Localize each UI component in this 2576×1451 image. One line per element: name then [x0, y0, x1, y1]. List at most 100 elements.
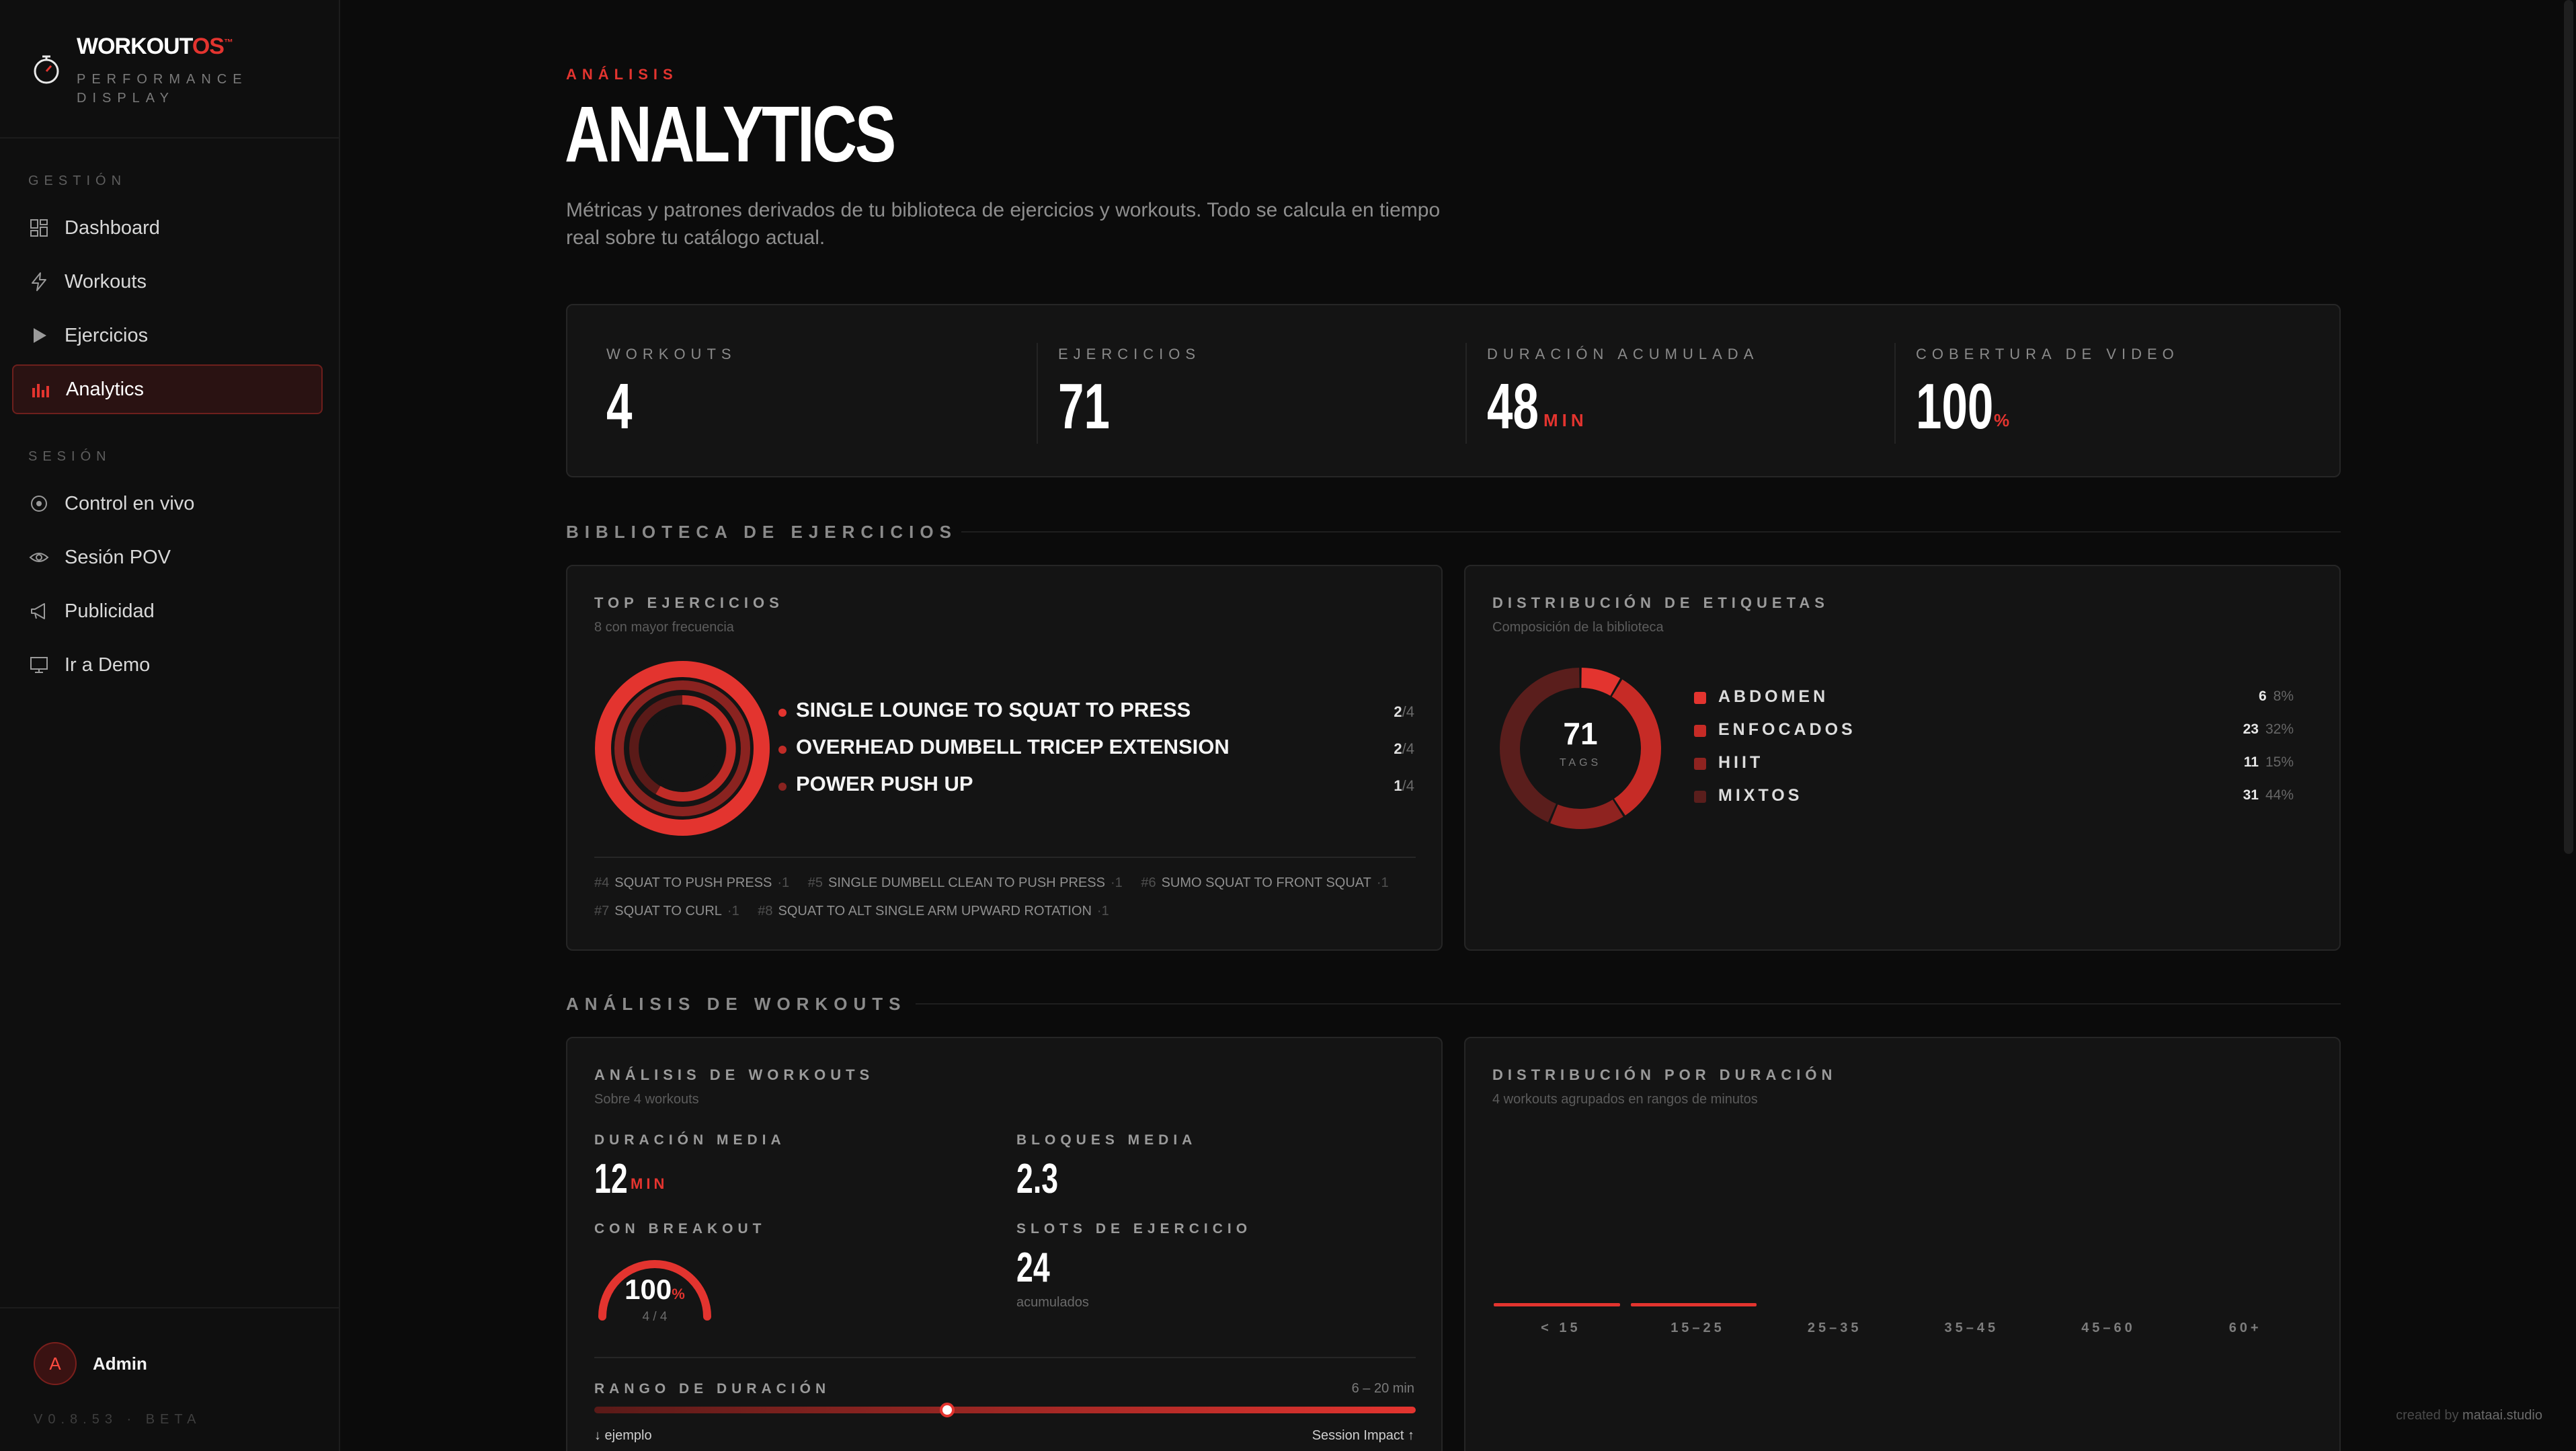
top-exercise-count: 2/4 — [1394, 703, 1414, 720]
sidebar-item-label: Ir a Demo — [65, 654, 151, 676]
sidebar-item-sesion-pov[interactable]: Sesión POV — [12, 533, 323, 582]
duration-range-marker[interactable] — [940, 1403, 955, 1417]
megaphone-icon — [31, 603, 45, 619]
sidebar-item-label: Dashboard — [65, 217, 160, 239]
sidebar-item-ejercicios[interactable]: Ejercicios — [12, 311, 323, 360]
duration-bucket-label: 25–35 — [1807, 1321, 1862, 1335]
stat-label: EJERCICIOS — [1058, 346, 1201, 362]
sidebar-item-control-en-vivo[interactable]: Control en vivo — [12, 479, 323, 528]
user-name[interactable]: Admin — [93, 1354, 147, 1374]
stats-panel: WORKOUTS 4 EJERCICIOS 71 DURACIÓN ACUMUL… — [566, 304, 2341, 477]
duration-bucket-label: 60+ — [2228, 1321, 2262, 1335]
scrollbar[interactable] — [2564, 0, 2573, 854]
rest-exercises-row: #7 SQUAT TO CURL ·1 #8 SQUAT TO ALT SINGLE … — [594, 904, 1109, 918]
tag-name: MIXTOS — [1718, 786, 1803, 805]
card-subtitle: Composición de la biblioteca — [1492, 620, 1664, 635]
metric-value: 12 — [594, 1156, 628, 1202]
tag-legend-item[interactable]: HIIT 11 15% — [1694, 753, 2294, 775]
brand[interactable]: WORKOUTOS™ PERFORMANCE DISPLAY — [27, 34, 323, 114]
donut-slice-abdomen[interactable] — [1580, 668, 1621, 696]
section-title-library: BIBLIOTECA DE EJERCICIOS — [566, 522, 957, 542]
sidebar-item-label: Workouts — [65, 270, 147, 292]
tag-legend-item[interactable]: ABDOMEN 6 8% — [1694, 687, 2294, 709]
stat-divider — [1894, 343, 1896, 444]
duration-bucket-label: 45–60 — [2081, 1321, 2136, 1335]
bolt-icon — [32, 272, 46, 291]
stat-unit: MIN — [1543, 410, 1588, 430]
section-divider — [961, 531, 2341, 533]
target-icon — [31, 496, 47, 512]
duration-distribution-card: DISTRIBUCIÓN POR DURACIÓN 4 workouts agr… — [1464, 1037, 2341, 1451]
range-right-label: Session Impact ↑ — [1312, 1428, 1414, 1443]
stat-label: COBERTURA DE VIDEO — [1916, 346, 2179, 362]
metric-value: 2.3 — [1016, 1156, 1059, 1202]
brand-name: WORKOUTOS™ — [77, 34, 233, 59]
metric-note: acumulados — [1016, 1295, 1089, 1310]
play-icon — [34, 328, 46, 343]
section-title-workouts: ANÁLISIS DE WORKOUTS — [566, 994, 907, 1014]
card-divider — [594, 1357, 1416, 1358]
range-left-label: ↓ ejemplo — [594, 1428, 652, 1443]
duration-histogram: < 15 15–25 25–35 35–45 45–60 60+ — [1492, 1294, 2314, 1374]
grid-icon — [30, 219, 48, 237]
workout-analysis-card: ANÁLISIS DE WORKOUTS Sobre 4 workouts DU… — [566, 1037, 1443, 1451]
rest-exercises-row: #4 SQUAT TO PUSH PRESS ·1 #5 SINGLE DUMBELL… — [594, 875, 1389, 890]
monitor-icon — [30, 657, 48, 673]
tag-value: 11 15% — [2243, 754, 2294, 770]
sidebar-item-publicidad[interactable]: Publicidad — [12, 586, 323, 636]
sidebar-footer-divider — [0, 1307, 340, 1308]
series-dot — [778, 709, 787, 717]
tag-value: 6 8% — [2258, 689, 2294, 704]
sidebar-divider — [0, 137, 340, 139]
sidebar-item-ir-a-demo[interactable]: Ir a Demo — [12, 640, 323, 690]
card-divider — [594, 857, 1416, 858]
sidebar-item-label: Sesión POV — [65, 546, 171, 568]
top-exercises-ring — [595, 661, 770, 836]
eye-icon — [29, 553, 49, 562]
top-exercise-item[interactable]: OVERHEAD DUMBELL TRICEP EXTENSION — [796, 735, 1230, 759]
section-divider — [916, 1003, 2341, 1005]
breakout-value: 100% — [625, 1273, 685, 1305]
stat-unit: % — [1994, 410, 2014, 430]
duration-bucket-label: 35–45 — [1944, 1321, 1999, 1335]
sidebar: WORKOUTOS™ PERFORMANCE DISPLAY GESTIÓN D… — [0, 0, 340, 1451]
nav-section-session: SESIÓN — [28, 449, 112, 464]
duration-bar[interactable] — [1494, 1303, 1620, 1306]
stat-value: 71 — [1058, 370, 1110, 442]
stat-divider — [1037, 343, 1038, 444]
metric-label: BLOQUES MEDIA — [1016, 1132, 1197, 1148]
stopwatch-icon — [34, 55, 59, 84]
duration-range-track[interactable] — [594, 1407, 1416, 1413]
version-label: V0.8.53 · BETA — [34, 1412, 202, 1427]
series-dot — [778, 746, 787, 754]
sidebar-item-workouts[interactable]: Workouts — [12, 257, 323, 307]
range-label: RANGO DE DURACIÓN — [594, 1381, 831, 1397]
tag-name: HIIT — [1718, 753, 1764, 772]
sidebar-item-dashboard[interactable]: Dashboard — [12, 203, 323, 253]
card-title: ANÁLISIS DE WORKOUTS — [594, 1066, 875, 1083]
donut-slice-hiit[interactable] — [1550, 799, 1623, 829]
duration-bar[interactable] — [1630, 1303, 1757, 1306]
page-description: Métricas y patrones derivados de tu bibl… — [566, 199, 1441, 249]
avatar[interactable]: A — [34, 1342, 77, 1385]
credit[interactable]: created by mataai.studio — [2396, 1408, 2542, 1423]
brand-subtitle: PERFORMANCE DISPLAY — [77, 72, 248, 106]
duration-bucket-label: 15–25 — [1671, 1321, 1725, 1335]
range-value: 6 – 20 min — [1351, 1381, 1414, 1396]
metric-label: DURACIÓN MEDIA — [594, 1132, 786, 1148]
sidebar-item-label: Analytics — [66, 378, 145, 400]
sidebar-item-label: Publicidad — [65, 600, 155, 622]
tag-legend-item[interactable]: ENFOCADOS 23 32% — [1694, 720, 2294, 742]
top-exercise-item[interactable]: POWER PUSH UP — [796, 772, 973, 796]
card-title: DISTRIBUCIÓN POR DURACIÓN — [1492, 1066, 1837, 1083]
sidebar-item-analytics[interactable]: Analytics — [12, 364, 323, 414]
metric-label: SLOTS DE EJERCICIO — [1016, 1221, 1252, 1237]
metric-label: CON BREAKOUT — [594, 1221, 766, 1237]
page-eyebrow: ANÁLISIS — [566, 66, 678, 83]
sidebar-item-label: Control en vivo — [65, 492, 195, 514]
top-exercise-item[interactable]: SINGLE LOUNGE TO SQUAT TO PRESS — [796, 698, 1191, 722]
tag-legend-item[interactable]: MIXTOS 31 44% — [1694, 786, 2294, 808]
legend-swatch — [1694, 692, 1706, 704]
tag-distribution-card: DISTRIBUCIÓN DE ETIQUETAS Composición de… — [1464, 565, 2341, 951]
stat-divider — [1465, 343, 1467, 444]
